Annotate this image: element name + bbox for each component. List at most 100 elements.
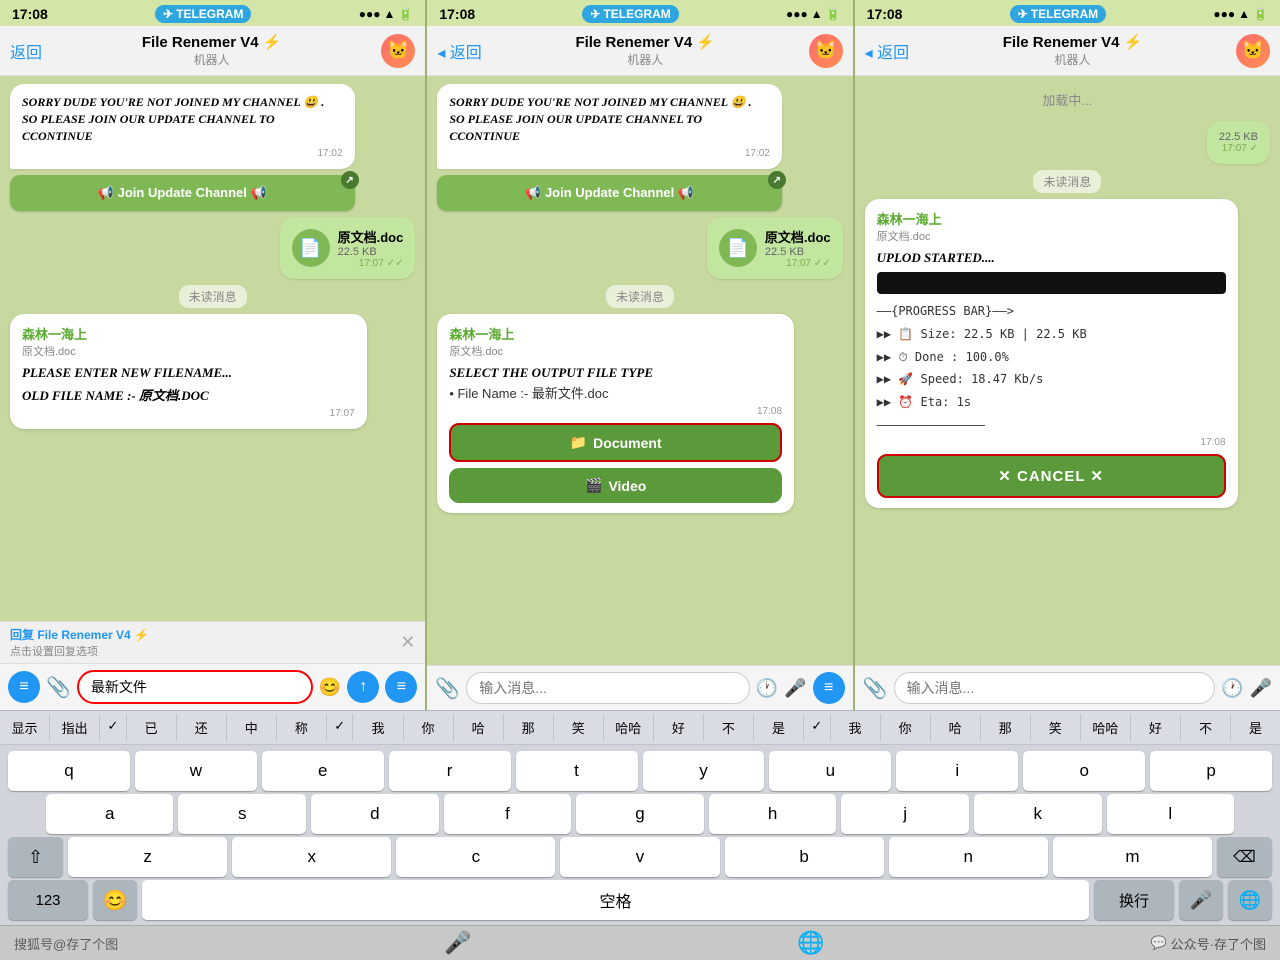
key-h[interactable]: h — [709, 794, 837, 834]
sug-14[interactable]: 不 — [704, 714, 754, 741]
key-p[interactable]: p — [1150, 751, 1272, 791]
file-icon-2: 📄 — [719, 229, 757, 267]
attach-icon-2[interactable]: 📎 — [435, 676, 460, 701]
sug-15[interactable]: 是 — [754, 714, 804, 741]
sug-check-2[interactable]: ✓ — [327, 714, 354, 741]
key-c[interactable]: c — [396, 837, 555, 877]
key-f[interactable]: f — [444, 794, 572, 834]
attach-icon-3[interactable]: 📎 — [863, 676, 888, 701]
key-t[interactable]: t — [516, 751, 638, 791]
emoji-icon-1[interactable]: 😊 — [319, 677, 341, 698]
key-s[interactable]: s — [178, 794, 306, 834]
sug-1[interactable]: 显示 — [0, 714, 50, 741]
key-y[interactable]: y — [643, 751, 765, 791]
sug-20[interactable]: 笑 — [1031, 714, 1081, 741]
back-btn-3[interactable]: ◂ 返回 — [865, 39, 909, 63]
key-v[interactable]: v — [560, 837, 719, 877]
key-j[interactable]: j — [841, 794, 969, 834]
key-l[interactable]: l — [1107, 794, 1235, 834]
list-icon-2[interactable]: ≡ — [813, 672, 845, 704]
sug-8[interactable]: 你 — [404, 714, 454, 741]
attach-icon-1[interactable]: 📎 — [46, 675, 71, 700]
sug-23[interactable]: 不 — [1181, 714, 1231, 741]
key-e[interactable]: e — [262, 751, 384, 791]
sug-13[interactable]: 好 — [654, 714, 704, 741]
key-n[interactable]: n — [889, 837, 1048, 877]
reply-bar-1[interactable]: 回复 File Renemer V4 ⚡ 点击设置回复选项 ✕ — [0, 621, 425, 663]
message-input-3[interactable] — [894, 672, 1216, 704]
globe-bottom[interactable]: 🌐 — [797, 930, 824, 956]
reply-close-icon-1[interactable]: ✕ — [400, 632, 415, 653]
sug-6[interactable]: 称 — [277, 714, 327, 741]
message-input-2[interactable] — [466, 672, 750, 704]
mic-icon-2[interactable]: 🎤 — [784, 678, 806, 699]
sug-24[interactable]: 是 — [1231, 714, 1280, 741]
key-a[interactable]: a — [46, 794, 174, 834]
sug-11[interactable]: 笑 — [554, 714, 604, 741]
card-old-name-1: Old File Name :- 原文档.doc — [22, 385, 355, 404]
key-o[interactable]: o — [1023, 751, 1145, 791]
key-u[interactable]: u — [769, 751, 891, 791]
key-emoji[interactable]: 😊 — [93, 880, 137, 920]
panel-3: 17:08 ✈ TELEGRAM ●●● ▲ 🔋 ◂ 返回 File Renem… — [855, 0, 1280, 710]
sug-16[interactable]: 我 — [831, 714, 881, 741]
card-time-3: 17:08 — [877, 437, 1226, 448]
key-delete[interactable]: ⌫ — [1217, 837, 1272, 877]
key-g[interactable]: g — [576, 794, 704, 834]
key-k[interactable]: k — [974, 794, 1102, 834]
clock-icon-3[interactable]: 🕐 — [1221, 678, 1243, 699]
back-btn-1[interactable]: 返回 — [10, 39, 42, 63]
sug-22[interactable]: 好 — [1131, 714, 1181, 741]
key-shift[interactable]: ⇧ — [8, 837, 63, 877]
progress-card-3: 森林一海上 原文档.doc Uplod Started.... ——{PROGR… — [865, 199, 1238, 508]
key-i[interactable]: i — [896, 751, 1018, 791]
sug-19[interactable]: 那 — [981, 714, 1031, 741]
key-m[interactable]: m — [1053, 837, 1212, 877]
join-channel-btn-2[interactable]: 📢 Join Update Channel 📢 ↗ — [437, 175, 782, 211]
sug-9[interactable]: 哈 — [454, 714, 504, 741]
key-x[interactable]: x — [232, 837, 391, 877]
sug-12[interactable]: 哈哈 — [604, 714, 654, 741]
keyboard-section: 显示 指出 ✓ 已 还 中 称 ✓ 我 你 哈 那 笑 哈哈 好 不 是 ✓ 我… — [0, 710, 1280, 925]
card-title-2: Select The Output File Type — [449, 365, 782, 381]
key-globe[interactable]: 🌐 — [1228, 880, 1272, 920]
key-123[interactable]: 123 — [8, 880, 88, 920]
key-space[interactable]: 空格 — [142, 880, 1089, 920]
message-input-1[interactable] — [77, 670, 313, 704]
cancel-btn-3[interactable]: ✕ CANCEL ✕ — [877, 454, 1226, 498]
key-q[interactable]: q — [8, 751, 130, 791]
video-btn-2[interactable]: 🎬 Video — [449, 468, 782, 503]
sug-4[interactable]: 还 — [177, 714, 227, 741]
sug-5[interactable]: 中 — [227, 714, 277, 741]
sug-18[interactable]: 哈 — [931, 714, 981, 741]
sug-check-3[interactable]: ✓ — [804, 714, 831, 741]
chat-area-1[interactable]: Sorry Dude You'Re Not Joined My Channel … — [0, 76, 425, 621]
sug-3[interactable]: 已 — [127, 714, 177, 741]
mic-icon-3[interactable]: 🎤 — [1250, 678, 1272, 699]
key-w[interactable]: w — [135, 751, 257, 791]
clock-icon-2[interactable]: 🕐 — [756, 678, 778, 699]
doc-btn-2[interactable]: 📁 Document — [449, 423, 782, 462]
chat-area-3[interactable]: 加载中... 22.5 KB 17:07 ✓ 未读消息 森林一海上 原文档.do… — [855, 76, 1280, 665]
key-enter[interactable]: 换行 — [1094, 880, 1174, 920]
menu-icon-1[interactable]: ≡ — [8, 671, 40, 703]
sug-21[interactable]: 哈哈 — [1081, 714, 1131, 741]
sug-17[interactable]: 你 — [881, 714, 931, 741]
key-d[interactable]: d — [311, 794, 439, 834]
sug-2[interactable]: 指出 — [50, 714, 100, 741]
join-channel-btn-1[interactable]: 📢 Join Update Channel 📢 ↗ — [10, 175, 355, 211]
list-icon-1[interactable]: ≡ — [385, 671, 417, 703]
key-b[interactable]: b — [725, 837, 884, 877]
sug-check-1[interactable]: ✓ — [100, 714, 127, 741]
back-btn-2[interactable]: ◂ 返回 — [437, 39, 481, 63]
join-btn-label-1: 📢 Join Update Channel 📢 — [98, 185, 267, 201]
send-btn-1[interactable]: ↑ — [347, 671, 379, 703]
sug-10[interactable]: 那 — [504, 714, 554, 741]
chat-area-2[interactable]: Sorry Dude You'Re Not Joined My Channel … — [427, 76, 852, 665]
bottom-bar: 搜狐号@存了个图 🎤 🌐 💬 公众号·存了个图 — [0, 925, 1280, 960]
mic-bottom[interactable]: 🎤 — [444, 930, 471, 956]
sug-7[interactable]: 我 — [353, 714, 403, 741]
key-z[interactable]: z — [68, 837, 227, 877]
key-mic[interactable]: 🎤 — [1179, 880, 1223, 920]
key-r[interactable]: r — [389, 751, 511, 791]
